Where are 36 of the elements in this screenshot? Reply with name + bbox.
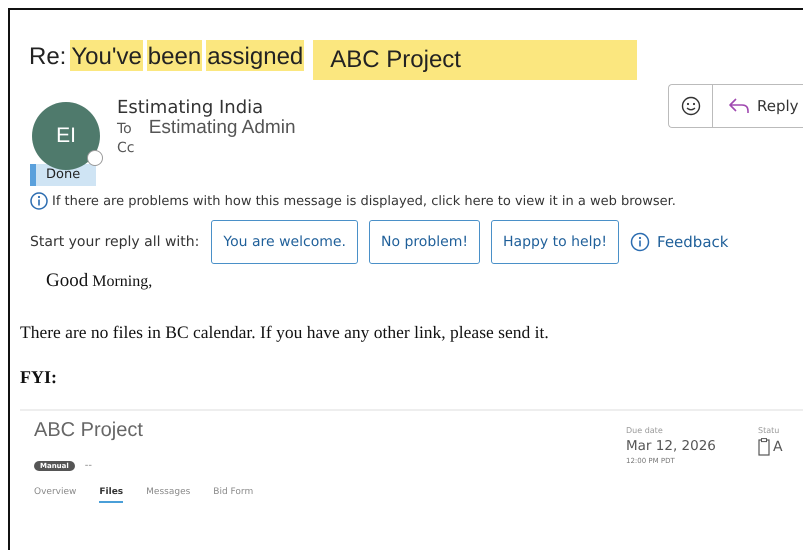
to-label: To xyxy=(117,120,132,139)
body-heading: FYI: xyxy=(20,367,58,388)
greeting-text: Good Morning, xyxy=(46,270,154,292)
suggested-reply-button[interactable]: Happy to help! xyxy=(491,220,620,264)
subject-text: been xyxy=(146,40,202,71)
suggested-reply-button[interactable]: No problem! xyxy=(368,220,480,264)
project-tab[interactable]: Overview xyxy=(34,487,76,503)
project-tab[interactable]: Files xyxy=(99,487,124,503)
body-paragraph: There are no files in BC calendar. If you have any other link, please send it. xyxy=(20,322,550,343)
project-tab[interactable]: Bid Form xyxy=(213,487,254,503)
info-message[interactable]: If there are problems with how this message is displayed, click here to view it in a web browser. xyxy=(52,194,676,208)
subject-text: Re: xyxy=(29,42,66,71)
smiley-icon xyxy=(680,96,700,116)
suggestion-label: Start your reply all with: xyxy=(30,234,200,250)
recipient-name: Estimating Admin xyxy=(148,118,296,138)
due-date: Mar 12, 2026 xyxy=(626,438,717,454)
suggested-reply-button[interactable]: You are welcome. xyxy=(211,220,358,264)
subject-text: You've xyxy=(70,40,143,71)
cc-label: Cc xyxy=(117,139,136,157)
presence-icon xyxy=(87,150,103,166)
status-value: A xyxy=(773,439,783,455)
info-icon xyxy=(30,192,48,210)
info-icon xyxy=(630,232,650,252)
feedback-button[interactable]: Feedback xyxy=(630,232,728,252)
status-label: Statu xyxy=(758,426,780,435)
subject-text: ABC Project xyxy=(313,40,637,80)
subject-text: assigned xyxy=(206,40,304,71)
sender-avatar: EI xyxy=(32,102,100,170)
project-tab[interactable]: Messages xyxy=(146,487,190,503)
sender-name: Estimating India xyxy=(117,98,264,118)
project-title: ABC Project xyxy=(34,419,144,442)
clipboard-icon xyxy=(758,438,770,456)
tag-note: -- xyxy=(84,460,92,471)
due-date-label: Due date xyxy=(626,426,664,435)
reply-arrow-icon xyxy=(727,96,751,116)
emoji-button[interactable] xyxy=(669,85,713,127)
